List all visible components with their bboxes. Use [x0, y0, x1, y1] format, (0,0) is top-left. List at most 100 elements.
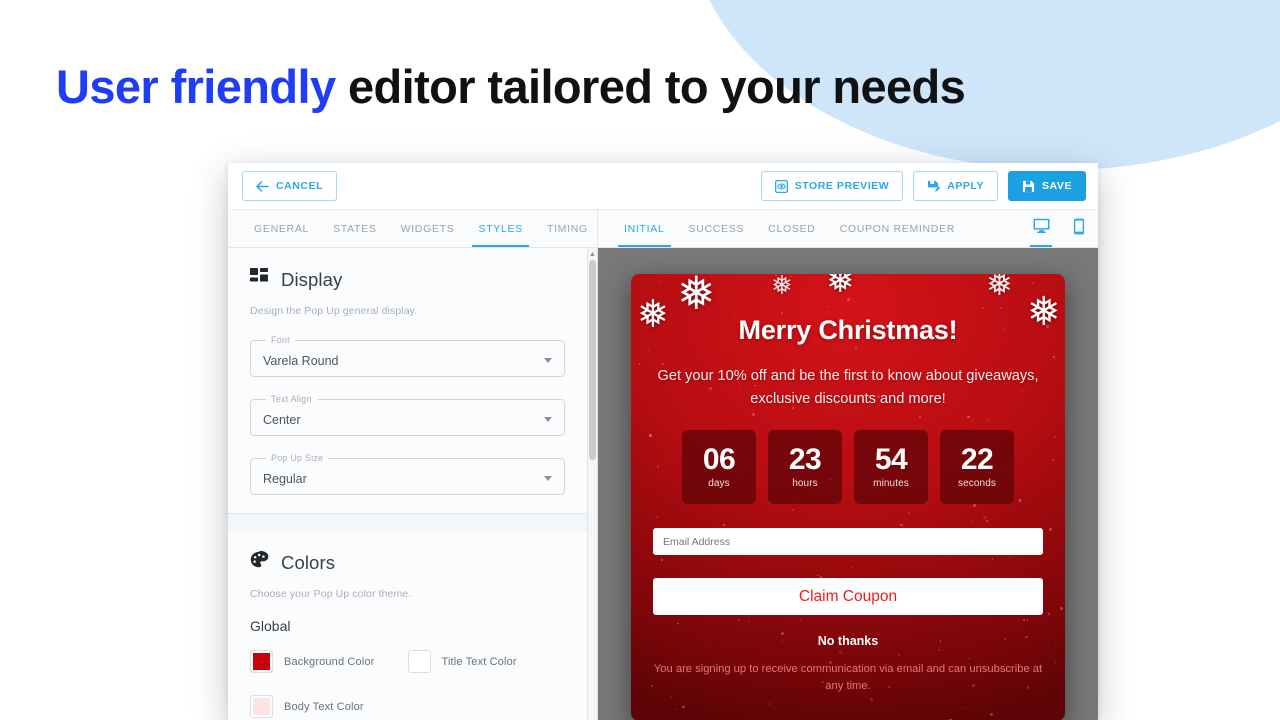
countdown-hours-label: hours: [792, 478, 818, 490]
apply-button[interactable]: APPLY: [913, 171, 998, 201]
colors-section-header: Colors: [250, 550, 565, 574]
colors-section: Colors Choose your Pop Up color theme. G…: [228, 531, 587, 720]
device-toggle-spacer: [967, 210, 1022, 247]
desktop-view-button[interactable]: [1022, 210, 1060, 247]
text-align-select[interactable]: Text Align Center: [250, 394, 565, 436]
popup-subtitle: Get your 10% off and be the first to kno…: [657, 368, 1039, 407]
apply-save-icon: [927, 180, 941, 193]
countdown-minutes-label: minutes: [873, 478, 909, 490]
store-preview-button[interactable]: STORE PREVIEW: [760, 171, 904, 201]
tab-success[interactable]: SUCCESS: [677, 210, 757, 247]
popup-size-field-value: Regular: [263, 471, 307, 486]
title-text-color-label: Title Text Color: [441, 655, 517, 668]
tab-states[interactable]: STATES: [321, 210, 388, 247]
email-input[interactable]: [653, 528, 1043, 556]
page-title: User friendly editor tailored to your ne…: [56, 58, 1236, 117]
countdown-days-value: 06: [702, 443, 736, 477]
editor-toolbar: CANCEL STORE PREVIEW APPLY SAVE: [228, 163, 1098, 210]
mobile-view-button[interactable]: [1060, 210, 1098, 247]
countdown-unit-days: 06 days: [682, 430, 756, 505]
font-select[interactable]: Font Varela Round: [250, 335, 565, 377]
countdown-unit-hours: 23 hours: [768, 430, 842, 505]
settings-panel: Display Design the Pop Up general displa…: [228, 248, 598, 720]
font-field-value: Varela Round: [263, 353, 339, 368]
countdown-seconds-label: seconds: [958, 478, 996, 490]
tab-closed[interactable]: CLOSED: [756, 210, 827, 247]
countdown-timer: 06 days 23 hours 54 minutes 22 seconds: [653, 430, 1043, 505]
colors-section-title: Colors: [281, 551, 336, 573]
settings-scrollbar[interactable]: ▲: [587, 248, 597, 720]
display-section-header: Display: [250, 268, 565, 291]
cancel-button-label: CANCEL: [276, 180, 324, 192]
app-window: CANCEL STORE PREVIEW APPLY SAVE GENERAL …: [228, 163, 1098, 720]
mobile-phone-icon: [1073, 218, 1085, 240]
popup-size-field: Pop Up Size Regular: [250, 453, 565, 495]
tab-coupon-reminder[interactable]: COUPON REMINDER: [828, 210, 968, 247]
settings-scroll-area: Display Design the Pop Up general displa…: [228, 248, 587, 720]
chevron-down-icon: [544, 476, 552, 481]
countdown-unit-minutes: 54 minutes: [854, 430, 928, 505]
body-text-color-swatch[interactable]: [250, 695, 273, 718]
popup-preview-pane: ❅ ❅ ❅ ❅ ❅ ❅ Merry Christmas! Get your 10…: [598, 248, 1098, 720]
tab-row: GENERAL STATES WIDGETS STYLES TIMING INI…: [228, 210, 1098, 248]
tab-initial[interactable]: INITIAL: [612, 210, 677, 247]
popup-disclaimer: You are signing up to receive communicat…: [653, 663, 1043, 693]
store-preview-label: STORE PREVIEW: [794, 180, 890, 192]
swatch-row-title-text-color: Title Text Color: [407, 650, 566, 673]
headline-accent: User friendly: [56, 60, 336, 113]
display-grid-icon: [250, 268, 269, 291]
headline-rest: editor tailored to your needs: [335, 60, 966, 113]
text-align-field-value: Center: [263, 412, 301, 427]
font-field-label: Font: [271, 335, 290, 345]
save-button[interactable]: SAVE: [1007, 171, 1086, 201]
apply-button-label: APPLY: [947, 180, 984, 192]
colors-section-description: Choose your Pop Up color theme.: [250, 588, 412, 600]
countdown-hours-value: 23: [788, 443, 822, 477]
arrow-left-icon: [256, 180, 269, 192]
body-text-color-label: Body Text Color: [284, 700, 364, 713]
save-disk-icon: [1022, 180, 1035, 193]
swatch-row-body-text-color: Body Text Color: [250, 695, 408, 718]
countdown-seconds-value: 22: [960, 443, 994, 477]
swatch-row-background-color: Background Color: [250, 650, 408, 673]
state-tab-group: INITIAL SUCCESS CLOSED COUPON REMINDER: [598, 210, 1098, 247]
chevron-down-icon: [544, 417, 552, 422]
title-text-color-swatch[interactable]: [407, 650, 431, 673]
palette-icon: [250, 550, 269, 574]
countdown-minutes-value: 54: [874, 443, 908, 477]
font-field: Font Varela Round: [250, 335, 565, 377]
christmas-popup: ❅ ❅ ❅ ❅ ❅ ❅ Merry Christmas! Get your 10…: [631, 274, 1065, 720]
tab-timing[interactable]: TIMING: [535, 210, 600, 247]
display-section-title: Display: [281, 268, 343, 290]
no-thanks-link[interactable]: No thanks: [653, 634, 1043, 648]
scroll-up-arrow-icon[interactable]: ▲: [588, 248, 597, 260]
screenshot-root: User friendly editor tailored to your ne…: [0, 0, 1280, 720]
background-color-label: Background Color: [284, 655, 375, 668]
save-button-label: SAVE: [1041, 180, 1072, 192]
popup-title: Merry Christmas!: [738, 315, 958, 345]
tab-widgets[interactable]: WIDGETS: [389, 210, 467, 247]
section-divider: [228, 513, 587, 531]
tab-styles[interactable]: STYLES: [466, 210, 534, 247]
claim-coupon-button[interactable]: Claim Coupon: [653, 578, 1043, 616]
snowflake-icon: ❅: [826, 274, 855, 300]
chevron-down-icon: [544, 358, 552, 363]
text-align-field: Text Align Center: [250, 394, 565, 436]
background-color-swatch[interactable]: [250, 650, 273, 673]
store-preview-icon: [774, 179, 788, 193]
snowflake-icon: ❅: [771, 274, 793, 300]
popup-size-select[interactable]: Pop Up Size Regular: [250, 453, 565, 495]
tab-general[interactable]: GENERAL: [242, 210, 321, 247]
popup-size-field-label: Pop Up Size: [271, 453, 324, 463]
text-align-field-label: Text Align: [271, 394, 312, 404]
scrollbar-thumb[interactable]: [589, 260, 596, 460]
countdown-days-label: days: [708, 478, 730, 490]
snowflake-icon: ❅: [677, 274, 716, 319]
cancel-button[interactable]: CANCEL: [242, 171, 338, 201]
desktop-monitor-icon: [1033, 218, 1050, 239]
display-section-description: Design the Pop Up general display.: [250, 305, 418, 317]
snowflake-icon: ❅: [986, 274, 1013, 302]
display-section: Display Design the Pop Up general displa…: [228, 248, 587, 495]
color-swatch-grid: Background Color Title Text Color Body T…: [250, 650, 565, 720]
colors-group-title: Global: [250, 618, 291, 634]
